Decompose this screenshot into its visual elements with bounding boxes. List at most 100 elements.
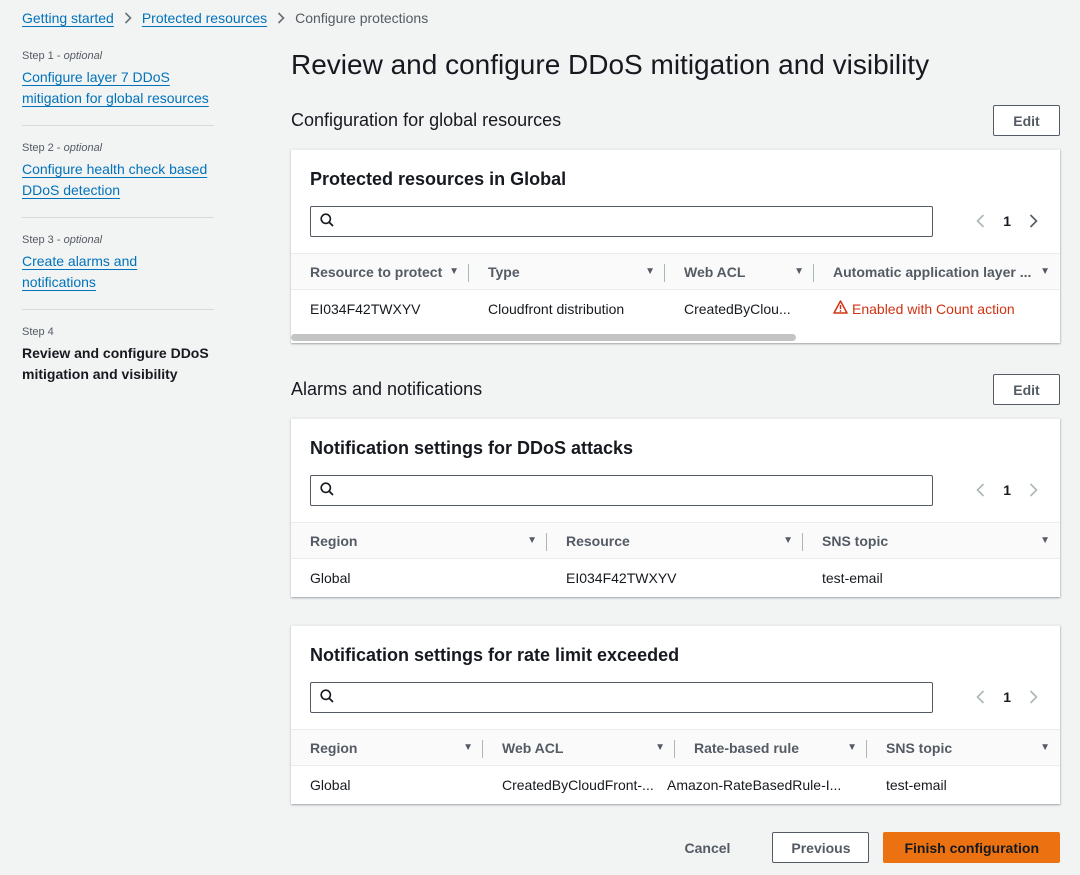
- wizard-step-3: Step 3 - optional Create alarms and noti…: [22, 230, 214, 310]
- section-title: Configuration for global resources: [291, 110, 562, 130]
- step-label: Step 4: [22, 326, 54, 338]
- horizontal-scrollbar[interactable]: [291, 334, 796, 341]
- chevron-right-icon[interactable]: [1029, 690, 1038, 704]
- edit-alarms-button[interactable]: Edit: [993, 374, 1060, 405]
- search-input[interactable]: [342, 476, 932, 505]
- column-header[interactable]: Type ▼: [469, 254, 665, 289]
- sort-down-icon[interactable]: ▼: [1040, 266, 1050, 277]
- warning-icon: [833, 300, 848, 317]
- breadcrumb-current: Configure protections: [295, 10, 429, 26]
- sort-down-icon[interactable]: ▼: [463, 742, 473, 753]
- chevron-right-icon[interactable]: [1029, 483, 1038, 497]
- sort-down-icon[interactable]: ▼: [847, 742, 857, 753]
- protected-resources-search[interactable]: [310, 206, 933, 237]
- column-header[interactable]: Rate-based rule ▼: [675, 730, 867, 765]
- cell-rate-based-rule: Amazon-RateBasedRule-I...: [667, 776, 842, 793]
- step-label: Step 2 - optional: [22, 142, 103, 154]
- pagination: 1: [976, 482, 1038, 498]
- sort-down-icon[interactable]: ▼: [645, 266, 655, 277]
- column-header[interactable]: Region ▼: [291, 730, 483, 765]
- finish-configuration-button[interactable]: Finish configuration: [883, 832, 1060, 863]
- step-3-link[interactable]: Create alarms and notifications: [22, 253, 137, 290]
- chevron-right-icon: [124, 12, 132, 24]
- wizard-step-2: Step 2 - optional Configure health check…: [22, 138, 214, 218]
- sort-down-icon[interactable]: ▼: [655, 742, 665, 753]
- previous-button[interactable]: Previous: [772, 832, 870, 863]
- chevron-left-icon[interactable]: [976, 483, 985, 497]
- rate-limit-table: Region ▼ Web ACL ▼ Rate-based rule ▼ SNS to…: [291, 729, 1060, 803]
- ddos-notification-table: Region ▼ Resource ▼ SNS topic ▼ Global EI03…: [291, 522, 1060, 596]
- page-number[interactable]: 1: [1003, 213, 1011, 229]
- pagination: 1: [976, 213, 1038, 229]
- breadcrumb: Getting started Protected resources Conf…: [22, 10, 428, 26]
- sort-down-icon[interactable]: ▼: [1040, 742, 1050, 753]
- column-header[interactable]: SNS topic ▼: [867, 730, 1060, 765]
- wizard-footer: Cancel Previous Finish configuration: [657, 832, 1060, 863]
- protected-resources-table: Resource to protect ▼ Type ▼ Web ACL ▼ Auto…: [291, 253, 1060, 327]
- step-label: Step 3 - optional: [22, 234, 103, 246]
- chevron-left-icon[interactable]: [976, 690, 985, 704]
- cell-status: Enabled with Count action: [814, 300, 1060, 317]
- global-config-header: Configuration for global resources Edit: [291, 105, 1060, 136]
- column-header[interactable]: Resource ▼: [547, 523, 803, 558]
- search-icon: [320, 213, 334, 230]
- cell-resource: EI034F42TWXYV: [566, 569, 677, 586]
- sort-down-icon[interactable]: ▼: [783, 535, 793, 546]
- chevron-right-icon: [277, 12, 285, 24]
- breadcrumb-protected-resources[interactable]: Protected resources: [142, 10, 267, 26]
- cell-region: Global: [310, 569, 351, 586]
- panel-title: Notification settings for DDoS attacks: [310, 438, 634, 458]
- edit-global-config-button[interactable]: Edit: [993, 105, 1060, 136]
- ddos-notification-panel: Notification settings for DDoS attacks 1…: [291, 418, 1060, 597]
- protected-resources-panel: Protected resources in Global 1 Resource…: [291, 149, 1060, 343]
- column-header[interactable]: Web ACL ▼: [665, 254, 814, 289]
- step-label: Step 1 - optional: [22, 50, 103, 62]
- search-input[interactable]: [342, 207, 932, 236]
- pagination: 1: [976, 689, 1038, 705]
- alarms-header: Alarms and notifications Edit: [291, 374, 1060, 405]
- table-row: Global CreatedByCloudFront-... Amazon-Ra…: [291, 766, 1060, 803]
- page-number[interactable]: 1: [1003, 689, 1011, 705]
- sort-down-icon[interactable]: ▼: [449, 266, 459, 277]
- wizard-steps: Step 1 - optional Configure layer 7 DDoS…: [22, 46, 214, 413]
- table-row: EI034F42TWXYV Cloudfront distribution Cr…: [291, 290, 1060, 327]
- section-title: Alarms and notifications: [291, 379, 483, 399]
- panel-title: Protected resources in Global: [310, 169, 567, 189]
- page-title: Review and configure DDoS mitigation and…: [291, 49, 930, 80]
- wizard-step-4: Step 4 Review and configure DDoS mitigat…: [22, 322, 214, 401]
- search-icon: [320, 689, 334, 706]
- panel-title: Notification settings for rate limit exc…: [310, 645, 680, 665]
- step-2-link[interactable]: Configure health check based DDoS detect…: [22, 161, 207, 198]
- column-header[interactable]: Web ACL ▼: [483, 730, 675, 765]
- wizard-step-1: Step 1 - optional Configure layer 7 DDoS…: [22, 46, 214, 126]
- column-header[interactable]: Automatic application layer ... ▼: [814, 254, 1060, 289]
- table-header: Resource to protect ▼ Type ▼ Web ACL ▼ Auto…: [291, 253, 1060, 290]
- page-number[interactable]: 1: [1003, 482, 1011, 498]
- ddos-notification-search[interactable]: [310, 475, 933, 506]
- sort-down-icon[interactable]: ▼: [1040, 535, 1050, 546]
- sort-down-icon[interactable]: ▼: [527, 535, 537, 546]
- table-header: Region ▼ Resource ▼ SNS topic ▼: [291, 522, 1060, 559]
- status-warning: Enabled with Count action: [833, 300, 1015, 317]
- column-header[interactable]: SNS topic ▼: [803, 523, 1060, 558]
- cancel-button[interactable]: Cancel: [657, 832, 759, 863]
- step-1-link[interactable]: Configure layer 7 DDoS mitigation for gl…: [22, 69, 209, 106]
- search-icon: [320, 482, 334, 499]
- cell-web-acl: CreatedByClou...: [684, 300, 791, 317]
- table-header: Region ▼ Web ACL ▼ Rate-based rule ▼ SNS to…: [291, 729, 1060, 766]
- cell-web-acl: CreatedByCloudFront-...: [502, 776, 654, 793]
- sort-down-icon[interactable]: ▼: [794, 266, 804, 277]
- column-header[interactable]: Resource to protect ▼: [291, 254, 469, 289]
- chevron-left-icon[interactable]: [976, 214, 985, 228]
- cell-resource: EI034F42TWXYV: [310, 300, 421, 317]
- rate-limit-search[interactable]: [310, 682, 933, 713]
- rate-limit-notification-panel: Notification settings for rate limit exc…: [291, 625, 1060, 804]
- chevron-right-icon[interactable]: [1029, 214, 1038, 228]
- cell-sns-topic: test-email: [822, 569, 883, 586]
- search-input[interactable]: [342, 683, 932, 712]
- cell-region: Global: [310, 776, 351, 793]
- column-header[interactable]: Region ▼: [291, 523, 547, 558]
- breadcrumb-getting-started[interactable]: Getting started: [22, 10, 114, 26]
- step-4-title: Review and configure DDoS mitigation and…: [22, 345, 209, 382]
- cell-sns-topic: test-email: [886, 776, 947, 793]
